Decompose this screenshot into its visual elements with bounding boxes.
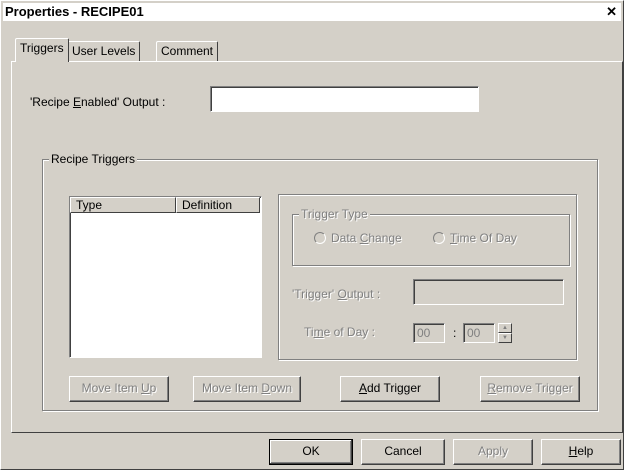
remove-trigger-button[interactable]: Remove Trigger xyxy=(480,376,580,402)
ok-button[interactable]: OK xyxy=(269,439,353,465)
time-of-day-label: Time of Day : xyxy=(304,325,375,339)
time-separator: : xyxy=(453,326,457,340)
trigger-list[interactable]: Type Definition xyxy=(69,196,262,358)
trigger-type-group-title: Trigger Type xyxy=(299,207,370,221)
trigger-output-label: 'Trigger' Output : xyxy=(292,287,381,301)
spin-up-icon[interactable]: ▲ xyxy=(498,323,512,333)
data-change-label: Data Change xyxy=(331,231,402,245)
tab-panel-triggers: 'Recipe Enabled' Output : Recipe Trigger… xyxy=(11,61,623,433)
tab-label: Triggers xyxy=(20,41,64,55)
recipe-triggers-group: Recipe Triggers Type Definition Trigger … xyxy=(42,152,598,411)
apply-button[interactable]: Apply xyxy=(453,439,533,465)
recipe-triggers-group-title: Recipe Triggers xyxy=(49,152,138,166)
close-icon[interactable]: ✕ xyxy=(606,3,617,21)
trigger-type-group: Trigger Type Data Change Time Of Day xyxy=(292,207,570,266)
trigger-details-area: Trigger Type Data Change Time Of Day 'Tr… xyxy=(278,194,577,360)
tab-triggers[interactable]: Triggers xyxy=(15,38,69,62)
column-header-definition[interactable]: Definition xyxy=(176,197,260,213)
move-item-up-button[interactable]: Move Item Up xyxy=(69,376,169,402)
tab-label: User Levels xyxy=(72,44,136,58)
move-item-down-button[interactable]: Move Item Down xyxy=(193,376,301,402)
window-title: Properties - RECIPE01 xyxy=(5,4,144,19)
spin-down-icon[interactable]: ▼ xyxy=(498,333,512,343)
recipe-enabled-output-label: 'Recipe Enabled' Output : xyxy=(30,95,166,109)
properties-dialog: Properties - RECIPE01 ✕ Triggers User Le… xyxy=(0,0,624,470)
column-header-type[interactable]: Type xyxy=(70,197,176,213)
recipe-enabled-output-field[interactable] xyxy=(210,86,479,112)
tab-label: Comment xyxy=(161,44,214,58)
data-change-radio[interactable] xyxy=(314,232,326,244)
tab-comment[interactable]: Comment xyxy=(156,41,219,61)
title-bar: Properties - RECIPE01 ✕ xyxy=(3,3,621,21)
time-of-day-option-label: Time Of Day xyxy=(450,231,517,245)
time-of-day-radio[interactable] xyxy=(433,232,445,244)
trigger-output-field[interactable] xyxy=(413,279,564,305)
help-button[interactable]: Help xyxy=(541,439,621,465)
hours-field[interactable]: 00 xyxy=(413,323,445,343)
add-trigger-button[interactable]: Add Trigger xyxy=(340,376,440,402)
tab-user-levels[interactable]: User Levels xyxy=(67,41,141,61)
cancel-button[interactable]: Cancel xyxy=(361,439,445,465)
minutes-field[interactable]: 00 xyxy=(463,323,495,343)
